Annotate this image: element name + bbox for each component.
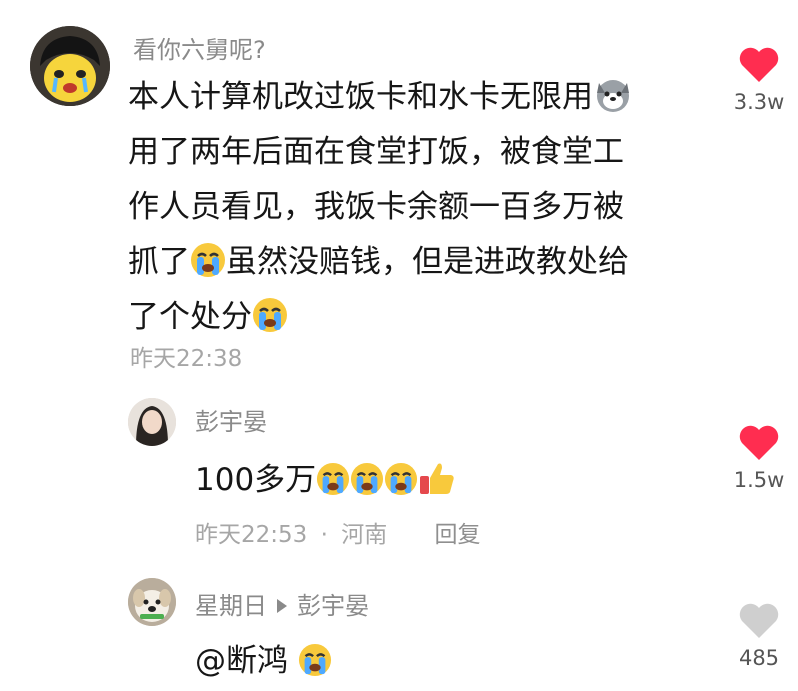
reply-location: 河南 xyxy=(341,522,388,548)
reply-username: 星期日 彭宇晏 xyxy=(195,586,369,621)
comment-line-1: 本人计算机改过饭卡和水卡无限用 xyxy=(128,79,593,115)
loudly-crying-emoji-icon xyxy=(298,643,332,685)
comment-line-4b: 虽然没赔钱，但是进政教处给 xyxy=(226,244,629,280)
reply-text: 100多万 xyxy=(195,454,456,504)
separator-dot: · xyxy=(320,522,328,548)
comment-username[interactable]: 看你六舅呢? xyxy=(133,30,266,65)
like-count: 1.5w xyxy=(733,468,785,492)
cartoon-crying-avatar-icon xyxy=(30,26,110,106)
loudly-crying-emoji-icon xyxy=(252,296,288,351)
reply-text-value: 100多万 xyxy=(195,462,317,498)
comment-text: 本人计算机改过饭卡和水卡无限用 用了两年后面在食堂打饭，被食堂工 作人员看见，我… xyxy=(128,70,633,345)
like-count: 485 xyxy=(738,646,780,670)
heart-icon xyxy=(739,425,779,460)
comment-line-5: 了个处分 xyxy=(128,299,252,335)
like-button[interactable]: 1.5w xyxy=(724,424,794,492)
comment-timestamp: 昨天22:38 xyxy=(130,346,243,372)
reply-username[interactable]: 彭宇晏 xyxy=(195,402,267,437)
reply-button[interactable]: 回复 xyxy=(435,522,481,548)
loudly-crying-emoji-icon xyxy=(190,241,226,296)
reply-arrow-icon xyxy=(277,599,287,613)
reply-username-value[interactable]: 星期日 xyxy=(195,592,267,620)
avatar[interactable] xyxy=(128,398,176,446)
comment-line-3: 作人员看见，我饭卡余额一百多万被 xyxy=(128,189,624,225)
like-button[interactable]: 3.3w xyxy=(724,46,794,114)
comment-line-4a: 抓了 xyxy=(128,244,190,280)
dog-avatar-icon xyxy=(128,578,176,626)
loudly-crying-emoji-icon xyxy=(350,462,384,504)
husky-emoji-icon xyxy=(593,76,633,131)
reply-timestamp: 昨天22:53 xyxy=(195,522,308,548)
like-count: 3.3w xyxy=(733,90,785,114)
loudly-crying-emoji-icon xyxy=(316,462,350,504)
mention-link[interactable]: @断鸿 xyxy=(195,643,288,679)
reply-target-username[interactable]: 彭宇晏 xyxy=(297,592,369,620)
avatar[interactable] xyxy=(128,578,176,626)
reply-text: @断鸿 xyxy=(195,635,332,685)
loudly-crying-emoji-icon xyxy=(384,462,418,504)
girl-avatar-icon xyxy=(128,398,176,446)
reply-meta: 昨天22:53 · 河南 回复 xyxy=(195,515,481,549)
heart-icon xyxy=(739,47,779,82)
heart-icon xyxy=(739,603,779,638)
thumbs-up-emoji-icon xyxy=(418,460,456,504)
comment-line-2: 用了两年后面在食堂打饭，被食堂工 xyxy=(128,134,624,170)
like-button[interactable]: 485 xyxy=(724,602,794,670)
avatar[interactable] xyxy=(30,26,110,106)
